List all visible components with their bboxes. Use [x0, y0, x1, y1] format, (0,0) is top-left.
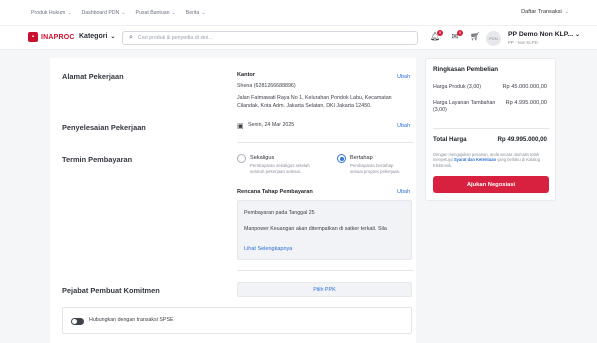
address-line-2: Cilandak, Kota Adm. Jakarta Selatan, DKI… [237, 103, 372, 109]
option-label-bertahap: Bertahap [350, 155, 373, 161]
main-header: ▪ INAPROC Kategori ⌄ ⌕ Cari produk & pen… [0, 26, 597, 50]
spse-toggle-label: Hubungkan dengan transaksi SPSE [89, 317, 174, 323]
utility-link-label: Berita [185, 9, 200, 16]
edit-address-link[interactable]: Ubah [397, 74, 410, 80]
top-utility-bar: Produk Hukum ⌄ Dashboard PDN ⌄ Pusat Bantu… [0, 0, 597, 26]
divider [433, 128, 550, 129]
plan-line-1: Pembayaran pada Tanggal 25 [244, 210, 315, 216]
purchase-summary: Ringkasan Pembelian Harga Produk (3,00) … [425, 58, 556, 201]
chevron-down-icon: ⌄ [110, 34, 116, 40]
payment-plan-box: Pembayaran pada Tanggal 25 Manpower Keua… [237, 200, 412, 260]
logo-text: INAPROC [41, 33, 75, 41]
choose-ppk-label: Pilih PPK [313, 286, 336, 293]
edit-date-link[interactable]: Ubah [397, 123, 410, 129]
utility-link-pusat-bantuan[interactable]: Pusat Bantuan ⌄ [136, 10, 176, 16]
avatar-text: PDN [489, 36, 498, 41]
utility-link-berita[interactable]: Berita ⌄ [186, 10, 206, 16]
option-desc-sekaligus-2: seluruh pekerjaan selesai. [250, 169, 302, 174]
account-name[interactable]: PP Demo Non KLP... ⌄ [508, 31, 580, 38]
address-contact: Shena (6281266688896) [237, 83, 296, 89]
calendar-icon: ▣ [237, 123, 244, 130]
divider [237, 142, 413, 143]
summary-row-label-cont: (3,00) [433, 107, 447, 113]
bell-icon[interactable]: 🔔︎ 9 [430, 30, 443, 42]
divider [237, 270, 413, 271]
spse-toggle[interactable] [71, 318, 84, 325]
spse-toggle-row: Hubungkan dengan transaksi SPSE [62, 307, 412, 334]
summary-row-label: Harga Produk (3,00) [433, 84, 481, 90]
edit-plan-link[interactable]: Ubah [397, 189, 410, 195]
transactions-menu[interactable]: Daftar Transaksi ⌄ [521, 9, 569, 15]
chevron-down-icon: ⌄ [67, 9, 72, 16]
section-title-penyelesaian: Penyelesaian Pekerjaan [62, 123, 146, 132]
summary-row-value: Rp 4.995.000,00 [505, 100, 547, 106]
cart-icon[interactable]: 🛒︎ [470, 32, 480, 42]
option-desc-bertahap-1: Pembayaran bertahap [350, 163, 394, 168]
checkout-form: Alamat Pekerjaan Kantor Ubah Shena (6281… [50, 58, 416, 343]
option-label-sekaligus: Sekaligus [250, 155, 275, 161]
utility-link-produk-hukum[interactable]: Produk Hukum ⌄ [31, 10, 72, 16]
search-input[interactable]: ⌕ Cari produk & penyedia di sini... [122, 31, 418, 45]
avatar[interactable]: PDN [486, 31, 501, 46]
option-desc-bertahap-2: sesuai progres pekerjaan. [350, 169, 401, 174]
chevron-down-icon: ⌄ [574, 32, 581, 38]
submit-negotiation-button[interactable]: Ajukan Negosiasi [433, 176, 549, 193]
logo-mark-icon: ▪ [28, 32, 38, 42]
notification-badge: 9 [437, 30, 443, 36]
summary-row-value: Rp 45.000.000,00 [502, 84, 547, 90]
search-icon: ⌕ [129, 34, 133, 41]
completion-date: Senin, 24 Mar 2025 [248, 122, 295, 128]
terms-link[interactable]: Syarat dan Ketentuan [454, 157, 496, 162]
terms-note: Dengan mengajukan pesanan, anda secara o… [433, 152, 553, 168]
header-icons: 🔔︎ 9 ✉ 9 🛒︎ [430, 30, 480, 42]
section-title-termin: Termin Pembayaran [62, 155, 133, 164]
section-title-pejabat: Pejabat Pembuat Komitmen [62, 286, 160, 295]
plan-line-2: Manpower Keuangan akan ditempatkan di sa… [244, 226, 387, 232]
account-subtitle: PP - Non KLPD [508, 40, 538, 45]
choose-ppk-button[interactable]: Pilih PPK [237, 282, 412, 297]
address-label: Kantor [237, 72, 256, 78]
utility-links: Produk Hukum ⌄ Dashboard PDN ⌄ Pusat Bantu… [0, 10, 206, 16]
utility-link-label: Produk Hukum [31, 9, 66, 16]
inaproc-logo[interactable]: ▪ INAPROC [28, 32, 75, 42]
total-value: Rp 49.995.000,00 [497, 136, 547, 143]
kategori-dropdown[interactable]: Kategori ⌄ [79, 33, 115, 40]
chevron-down-icon: ⌄ [121, 9, 126, 16]
mail-icon[interactable]: ✉ 9 [450, 30, 463, 42]
see-more-link[interactable]: Lihat Selengkapnya [244, 246, 292, 252]
utility-link-dashboard-pdn[interactable]: Dashboard PDN ⌄ [82, 10, 126, 16]
search-placeholder: Cari produk & penyedia di sini... [137, 35, 213, 41]
utility-link-label: Dashboard PDN [81, 9, 120, 16]
summary-title: Ringkasan Pembelian [433, 66, 499, 73]
payment-plan-title: Rencana Tahap Pembayaran [237, 189, 313, 195]
chevron-down-icon: ⌄ [171, 9, 176, 16]
radio-sekaligus[interactable] [237, 154, 246, 163]
address-line-1: Jalan Fatmawati Raya No 1, Kelurahan Pon… [237, 95, 392, 101]
notification-badge: 9 [457, 30, 463, 36]
option-desc-sekaligus-1: Pembayaran sekaligus setelah [250, 163, 310, 168]
kategori-label: Kategori [79, 33, 108, 40]
section-title-alamat: Alamat Pekerjaan [62, 72, 124, 81]
transactions-label: Daftar Transaksi [521, 9, 562, 15]
radio-bertahap[interactable] [337, 154, 346, 163]
account-name-label: PP Demo Non KLP... [508, 31, 574, 38]
submit-negotiation-label: Ajukan Negosiasi [466, 181, 516, 188]
utility-link-label: Pusat Bantuan [135, 9, 170, 16]
total-label: Total Harga [433, 136, 467, 143]
chevron-down-icon: ⌄ [564, 9, 569, 15]
summary-row-label: Harga Layanan Tambahan [433, 100, 496, 106]
chevron-down-icon: ⌄ [201, 9, 206, 16]
